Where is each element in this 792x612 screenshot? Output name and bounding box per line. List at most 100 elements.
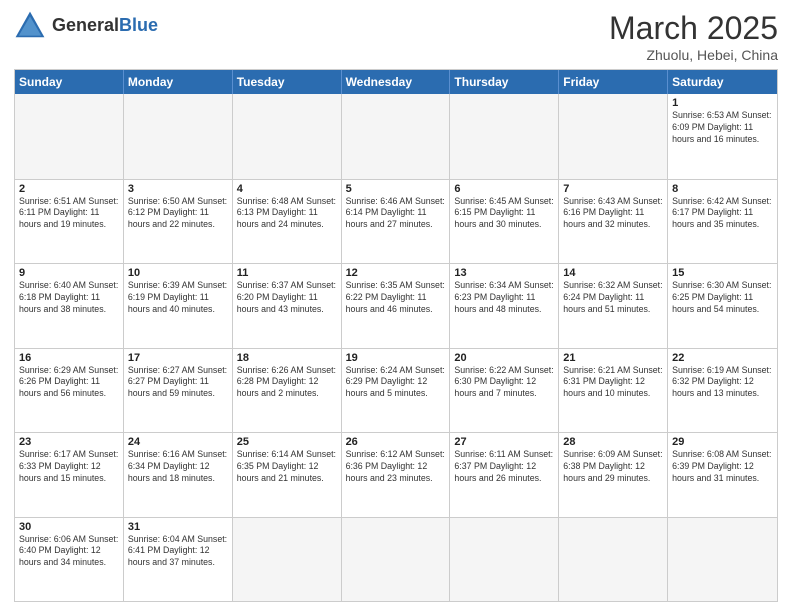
day-number: 23 [19,436,119,448]
day-number: 15 [672,267,773,279]
day-info: Sunrise: 6:53 AM Sunset: 6:09 PM Dayligh… [672,110,773,146]
day-info: Sunrise: 6:08 AM Sunset: 6:39 PM Dayligh… [672,449,773,485]
calendar-cell-2-2: 11Sunrise: 6:37 AM Sunset: 6:20 PM Dayli… [233,264,342,348]
day-number: 20 [454,352,554,364]
calendar-cell-5-5 [559,518,668,602]
day-info: Sunrise: 6:21 AM Sunset: 6:31 PM Dayligh… [563,365,663,401]
calendar-cell-3-0: 16Sunrise: 6:29 AM Sunset: 6:26 PM Dayli… [15,349,124,433]
calendar-cell-2-4: 13Sunrise: 6:34 AM Sunset: 6:23 PM Dayli… [450,264,559,348]
day-number: 28 [563,436,663,448]
day-number: 2 [19,183,119,195]
month-title: March 2025 [609,10,778,47]
calendar-row-0: 1Sunrise: 6:53 AM Sunset: 6:09 PM Daylig… [15,94,777,179]
day-number: 5 [346,183,446,195]
calendar-cell-0-0 [15,94,124,179]
day-info: Sunrise: 6:17 AM Sunset: 6:33 PM Dayligh… [19,449,119,485]
calendar-cell-4-6: 29Sunrise: 6:08 AM Sunset: 6:39 PM Dayli… [668,433,777,517]
calendar-cell-1-1: 3Sunrise: 6:50 AM Sunset: 6:12 PM Daylig… [124,180,233,264]
day-info: Sunrise: 6:12 AM Sunset: 6:36 PM Dayligh… [346,449,446,485]
day-info: Sunrise: 6:39 AM Sunset: 6:19 PM Dayligh… [128,280,228,316]
calendar-cell-0-1 [124,94,233,179]
day-info: Sunrise: 6:06 AM Sunset: 6:40 PM Dayligh… [19,534,119,570]
logo: GeneralBlue [14,10,158,42]
calendar: Sunday Monday Tuesday Wednesday Thursday… [14,69,778,602]
day-number: 7 [563,183,663,195]
calendar-cell-1-3: 5Sunrise: 6:46 AM Sunset: 6:14 PM Daylig… [342,180,451,264]
day-info: Sunrise: 6:42 AM Sunset: 6:17 PM Dayligh… [672,196,773,232]
header-saturday: Saturday [668,70,777,94]
calendar-cell-2-1: 10Sunrise: 6:39 AM Sunset: 6:19 PM Dayli… [124,264,233,348]
page: GeneralBlue March 2025 Zhuolu, Hebei, Ch… [0,0,792,612]
day-number: 24 [128,436,228,448]
calendar-row-4: 23Sunrise: 6:17 AM Sunset: 6:33 PM Dayli… [15,432,777,517]
calendar-cell-5-0: 30Sunrise: 6:06 AM Sunset: 6:40 PM Dayli… [15,518,124,602]
day-info: Sunrise: 6:22 AM Sunset: 6:30 PM Dayligh… [454,365,554,401]
calendar-cell-4-5: 28Sunrise: 6:09 AM Sunset: 6:38 PM Dayli… [559,433,668,517]
header-tuesday: Tuesday [233,70,342,94]
calendar-cell-0-6: 1Sunrise: 6:53 AM Sunset: 6:09 PM Daylig… [668,94,777,179]
day-info: Sunrise: 6:27 AM Sunset: 6:27 PM Dayligh… [128,365,228,401]
day-info: Sunrise: 6:16 AM Sunset: 6:34 PM Dayligh… [128,449,228,485]
day-number: 14 [563,267,663,279]
day-info: Sunrise: 6:50 AM Sunset: 6:12 PM Dayligh… [128,196,228,232]
location: Zhuolu, Hebei, China [609,47,778,63]
day-number: 3 [128,183,228,195]
day-info: Sunrise: 6:40 AM Sunset: 6:18 PM Dayligh… [19,280,119,316]
calendar-cell-2-5: 14Sunrise: 6:32 AM Sunset: 6:24 PM Dayli… [559,264,668,348]
day-number: 8 [672,183,773,195]
calendar-cell-1-6: 8Sunrise: 6:42 AM Sunset: 6:17 PM Daylig… [668,180,777,264]
calendar-cell-0-5 [559,94,668,179]
header-friday: Friday [559,70,668,94]
day-number: 18 [237,352,337,364]
day-number: 9 [19,267,119,279]
day-number: 29 [672,436,773,448]
header-thursday: Thursday [450,70,559,94]
calendar-cell-5-6 [668,518,777,602]
calendar-cell-2-6: 15Sunrise: 6:30 AM Sunset: 6:25 PM Dayli… [668,264,777,348]
generalblue-logo-icon [14,10,46,42]
calendar-cell-3-1: 17Sunrise: 6:27 AM Sunset: 6:27 PM Dayli… [124,349,233,433]
day-info: Sunrise: 6:11 AM Sunset: 6:37 PM Dayligh… [454,449,554,485]
calendar-row-1: 2Sunrise: 6:51 AM Sunset: 6:11 PM Daylig… [15,179,777,264]
day-number: 4 [237,183,337,195]
day-info: Sunrise: 6:14 AM Sunset: 6:35 PM Dayligh… [237,449,337,485]
header-wednesday: Wednesday [342,70,451,94]
calendar-cell-4-4: 27Sunrise: 6:11 AM Sunset: 6:37 PM Dayli… [450,433,559,517]
header-monday: Monday [124,70,233,94]
day-number: 31 [128,521,228,533]
calendar-cell-4-2: 25Sunrise: 6:14 AM Sunset: 6:35 PM Dayli… [233,433,342,517]
calendar-cell-1-2: 4Sunrise: 6:48 AM Sunset: 6:13 PM Daylig… [233,180,342,264]
day-info: Sunrise: 6:37 AM Sunset: 6:20 PM Dayligh… [237,280,337,316]
day-number: 17 [128,352,228,364]
day-info: Sunrise: 6:34 AM Sunset: 6:23 PM Dayligh… [454,280,554,316]
header-sunday: Sunday [15,70,124,94]
day-number: 1 [672,97,773,109]
calendar-cell-4-1: 24Sunrise: 6:16 AM Sunset: 6:34 PM Dayli… [124,433,233,517]
logo-general: General [52,15,119,35]
title-block: March 2025 Zhuolu, Hebei, China [609,10,778,63]
day-info: Sunrise: 6:24 AM Sunset: 6:29 PM Dayligh… [346,365,446,401]
day-info: Sunrise: 6:32 AM Sunset: 6:24 PM Dayligh… [563,280,663,316]
calendar-header: Sunday Monday Tuesday Wednesday Thursday… [15,70,777,94]
calendar-cell-3-3: 19Sunrise: 6:24 AM Sunset: 6:29 PM Dayli… [342,349,451,433]
day-info: Sunrise: 6:30 AM Sunset: 6:25 PM Dayligh… [672,280,773,316]
calendar-body: 1Sunrise: 6:53 AM Sunset: 6:09 PM Daylig… [15,94,777,601]
day-info: Sunrise: 6:04 AM Sunset: 6:41 PM Dayligh… [128,534,228,570]
day-info: Sunrise: 6:46 AM Sunset: 6:14 PM Dayligh… [346,196,446,232]
calendar-cell-0-3 [342,94,451,179]
day-info: Sunrise: 6:19 AM Sunset: 6:32 PM Dayligh… [672,365,773,401]
day-number: 27 [454,436,554,448]
calendar-cell-3-4: 20Sunrise: 6:22 AM Sunset: 6:30 PM Dayli… [450,349,559,433]
calendar-cell-3-5: 21Sunrise: 6:21 AM Sunset: 6:31 PM Dayli… [559,349,668,433]
day-info: Sunrise: 6:43 AM Sunset: 6:16 PM Dayligh… [563,196,663,232]
day-number: 22 [672,352,773,364]
calendar-cell-3-6: 22Sunrise: 6:19 AM Sunset: 6:32 PM Dayli… [668,349,777,433]
calendar-row-2: 9Sunrise: 6:40 AM Sunset: 6:18 PM Daylig… [15,263,777,348]
day-number: 25 [237,436,337,448]
day-number: 30 [19,521,119,533]
calendar-cell-1-0: 2Sunrise: 6:51 AM Sunset: 6:11 PM Daylig… [15,180,124,264]
calendar-cell-2-0: 9Sunrise: 6:40 AM Sunset: 6:18 PM Daylig… [15,264,124,348]
calendar-row-5: 30Sunrise: 6:06 AM Sunset: 6:40 PM Dayli… [15,517,777,602]
calendar-cell-1-5: 7Sunrise: 6:43 AM Sunset: 6:16 PM Daylig… [559,180,668,264]
day-number: 13 [454,267,554,279]
